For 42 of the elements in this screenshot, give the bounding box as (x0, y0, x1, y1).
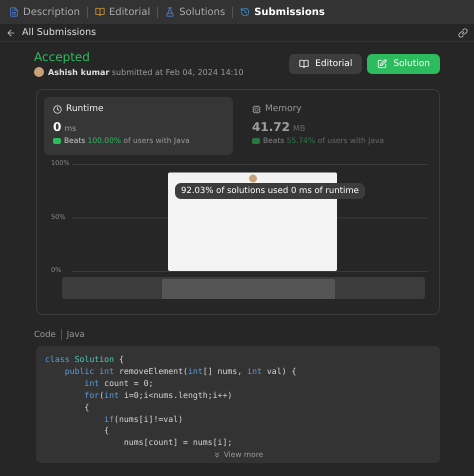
tab[interactable]: Submissions (237, 6, 328, 18)
code-line: int count = 0; (83, 378, 154, 390)
code-line: nums[count] = nums[i]; (122, 437, 234, 450)
code-label: Code (34, 330, 56, 340)
chip-icon (252, 104, 261, 114)
scrollbar[interactable] (62, 277, 425, 299)
submission-info: Ashish kumar submitted at Feb 04, 2024 14:10 (48, 68, 244, 76)
stat-unit: ms (64, 124, 76, 133)
badge-icon (252, 137, 260, 144)
code-line: if(nums[i]!=val) (103, 414, 184, 426)
back-arrow-icon[interactable] (6, 28, 16, 38)
back-link[interactable]: All Submissions (22, 27, 452, 38)
clock-icon (53, 104, 62, 114)
stat-title: Memory (252, 104, 423, 114)
language-label: Java (66, 330, 85, 340)
code-line: { (83, 402, 90, 414)
tab[interactable]: Editorial (92, 6, 154, 18)
stat-value: 41.72 (252, 120, 290, 134)
status-text: Accepted (34, 50, 91, 64)
chevrons-down-icon (212, 450, 221, 459)
code-line: public int removeElement(int[] nums, int val) { (64, 366, 298, 378)
link-icon[interactable] (458, 28, 468, 38)
book-icon (94, 7, 105, 17)
tooltip: 92.03% of solutions used 0 ms of runtime (175, 183, 365, 199)
tab[interactable]: Solutions (162, 6, 228, 18)
book-icon (299, 58, 310, 68)
code-line: { (103, 425, 110, 438)
code-line: class Solution { (45, 354, 125, 366)
code-line: for(int i=0;i<nums.length;i++) (83, 390, 234, 402)
document-icon (9, 7, 19, 17)
badge-icon (53, 137, 61, 144)
history-icon (240, 7, 250, 17)
avatar (34, 67, 44, 77)
editorial-button[interactable]: Editorial (289, 54, 362, 74)
tab[interactable]: Description (6, 6, 83, 18)
stat-value: 0 (53, 120, 62, 134)
avatar (249, 174, 257, 183)
stat-title: Runtime (53, 104, 224, 114)
flask-icon (165, 7, 176, 17)
scrollbar-thumb[interactable] (162, 279, 335, 299)
edit-icon (377, 58, 388, 68)
stat-unit: MB (292, 124, 306, 133)
